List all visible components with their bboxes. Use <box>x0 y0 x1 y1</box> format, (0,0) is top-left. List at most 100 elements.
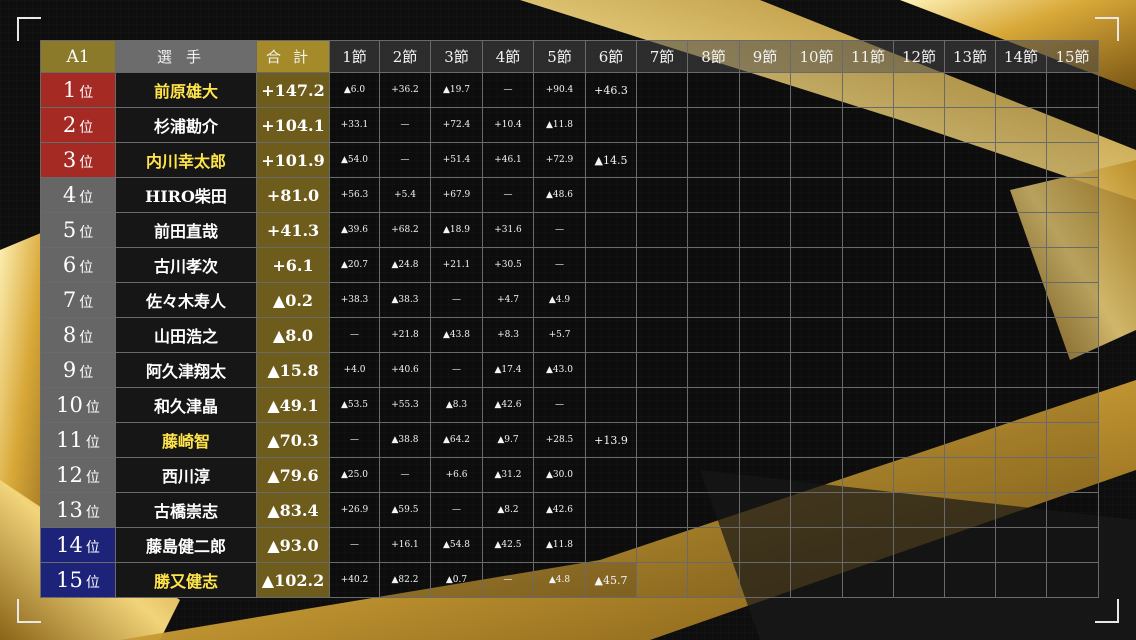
rank-suffix: 位 <box>79 365 94 381</box>
section-score: ▲54.8 <box>430 527 483 563</box>
rank-number: 3 <box>62 148 77 172</box>
rank-suffix: 位 <box>85 540 100 556</box>
empty-cell <box>944 352 996 388</box>
empty-cell <box>944 247 996 283</box>
empty-cell <box>790 457 843 493</box>
rank-cell: 15 位 <box>40 562 116 598</box>
section-header: 2節 <box>379 40 431 73</box>
empty-cell <box>1046 317 1099 353</box>
section-score: +28.5 <box>533 422 586 458</box>
rank-cell: 13 位 <box>40 492 116 528</box>
empty-cell <box>687 212 740 248</box>
section-score: — <box>379 457 431 493</box>
empty-cell <box>995 387 1047 423</box>
section-score: +40.2 <box>329 562 380 598</box>
section-score: +38.3 <box>329 282 380 318</box>
rank-number: 7 <box>62 288 77 312</box>
empty-cell <box>790 492 843 528</box>
section-score: ▲18.9 <box>430 212 483 248</box>
rank-suffix: 位 <box>79 225 94 241</box>
section-score: — <box>329 527 380 563</box>
table-row: 9 位阿久津翔太 ▲15.8 +4.0 +40.6— ▲17.4 ▲43.0 <box>40 352 1099 388</box>
section-header: 8節 <box>687 40 740 73</box>
empty-cell <box>790 352 843 388</box>
empty-cell <box>944 72 996 108</box>
section-score: ▲82.2 <box>379 562 431 598</box>
total-score: +104.1 <box>256 107 330 143</box>
section-score: +26.9 <box>329 492 380 528</box>
empty-cell <box>995 177 1047 213</box>
empty-cell <box>687 562 740 598</box>
table-row: 10 位和久津晶 ▲49.1 ▲53.5 +55.3 ▲8.3 ▲42.6— <box>40 387 1099 423</box>
total-header: 合計 <box>256 40 330 73</box>
empty-cell <box>790 422 843 458</box>
section-score: — <box>482 562 534 598</box>
empty-cell <box>995 107 1047 143</box>
rank-suffix: 位 <box>79 295 94 311</box>
section-score: +21.1 <box>430 247 483 283</box>
section-score: +6.6 <box>430 457 483 493</box>
player-name: 前田直哉 <box>115 212 257 248</box>
empty-cell <box>636 492 688 528</box>
section-score: +51.4 <box>430 142 483 178</box>
section-score: ▲4.9 <box>533 282 586 318</box>
section-score: — <box>379 107 431 143</box>
empty-cell <box>636 107 688 143</box>
section-score: ▲39.6 <box>329 212 380 248</box>
empty-cell <box>636 527 688 563</box>
empty-cell <box>944 492 996 528</box>
section-score: +72.4 <box>430 107 483 143</box>
empty-cell <box>1046 142 1099 178</box>
section-score: +13.9 <box>585 422 637 458</box>
rank-suffix: 位 <box>85 435 100 451</box>
table-row: 15 位勝又健志 ▲102.2 +40.2 ▲82.2 ▲0.7— ▲4.8 ▲45.7 <box>40 562 1099 598</box>
section-score: ▲64.2 <box>430 422 483 458</box>
total-score: +6.1 <box>256 247 330 283</box>
empty-cell <box>995 352 1047 388</box>
empty-cell <box>585 457 637 493</box>
empty-cell <box>842 282 894 318</box>
empty-cell <box>1046 562 1099 598</box>
total-score: ▲79.6 <box>256 457 330 493</box>
empty-cell <box>893 282 945 318</box>
section-score: +5.7 <box>533 317 586 353</box>
empty-cell <box>739 107 791 143</box>
section-header: 10節 <box>790 40 843 73</box>
table-row: 12 位西川淳 ▲79.6 ▲25.0— +6.6 ▲31.2 ▲30.0 <box>40 457 1099 493</box>
section-score: ▲48.6 <box>533 177 586 213</box>
rank-number: 13 <box>56 498 83 522</box>
empty-cell <box>944 282 996 318</box>
empty-cell <box>893 107 945 143</box>
player-name: 山田浩之 <box>115 317 257 353</box>
empty-cell <box>739 387 791 423</box>
empty-cell <box>944 107 996 143</box>
empty-cell <box>995 72 1047 108</box>
section-score: +16.1 <box>379 527 431 563</box>
player-name: 藤島健二郎 <box>115 527 257 563</box>
empty-cell <box>1046 457 1099 493</box>
player-name: 杉浦勘介 <box>115 107 257 143</box>
empty-cell <box>585 177 637 213</box>
empty-cell <box>687 352 740 388</box>
rank-cell: 14 位 <box>40 527 116 563</box>
section-score: — <box>533 247 586 283</box>
section-score: +4.7 <box>482 282 534 318</box>
section-score: +55.3 <box>379 387 431 423</box>
rank-number: 5 <box>62 218 77 242</box>
empty-cell <box>1046 352 1099 388</box>
empty-cell <box>1046 492 1099 528</box>
empty-cell <box>842 422 894 458</box>
section-score: ▲42.6 <box>482 387 534 423</box>
empty-cell <box>739 282 791 318</box>
empty-cell <box>739 562 791 598</box>
empty-cell <box>1046 212 1099 248</box>
empty-cell <box>790 387 843 423</box>
empty-cell <box>944 142 996 178</box>
total-score: ▲15.8 <box>256 352 330 388</box>
standings-body: 1 位前原雄大 +147.2 ▲6.0 +36.2 ▲19.7— +90.4 +46.3 2 位杉… <box>40 72 1099 598</box>
rank-number: 1 <box>62 78 77 102</box>
section-score: ▲38.3 <box>379 282 431 318</box>
section-score: +40.6 <box>379 352 431 388</box>
table-row: 4 位 HIRO柴田 +81.0 +56.3 +5.4 +67.9— ▲48.6 <box>40 177 1099 213</box>
empty-cell <box>739 72 791 108</box>
